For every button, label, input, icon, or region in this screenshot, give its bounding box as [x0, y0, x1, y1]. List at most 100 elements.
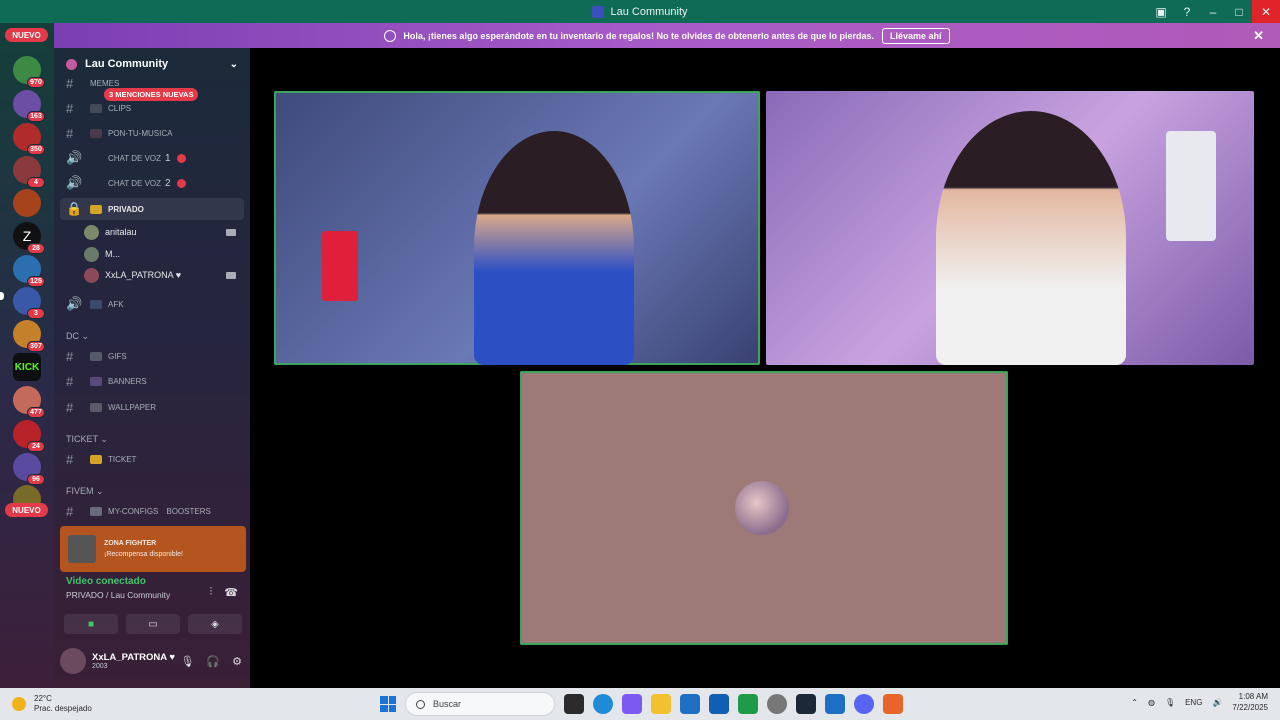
minimize-button[interactable]: –: [1200, 0, 1226, 23]
steam-icon[interactable]: [796, 694, 816, 714]
outlook-icon[interactable]: [709, 694, 729, 714]
server-icon[interactable]: 477: [13, 386, 45, 418]
voice-member[interactable]: M...: [84, 244, 244, 264]
avatar: [735, 481, 789, 535]
headphones-icon[interactable]: 🎧: [206, 655, 220, 668]
channel-pon-tu-musica[interactable]: # PON-TU-MUSICA: [60, 122, 244, 144]
avatar[interactable]: [60, 648, 86, 674]
mic-icon[interactable]: 🎙: [1165, 698, 1175, 707]
network-icon[interactable]: ◍: [1148, 698, 1155, 707]
new-badge-top[interactable]: NUEVO: [5, 28, 48, 42]
gift-icon: [384, 29, 397, 42]
voice-channel-afk[interactable]: 🔊 AFK: [60, 293, 244, 315]
server-icon[interactable]: 4: [13, 156, 45, 188]
category-ticket[interactable]: TICKET ⌄: [66, 434, 108, 445]
time: 1:08 AM: [1238, 692, 1268, 701]
lock-icon: 🔒: [66, 201, 83, 216]
server-icon[interactable]: 307: [13, 320, 45, 352]
language-indicator[interactable]: ENG: [1185, 698, 1202, 707]
activity-button[interactable]: ◈: [188, 614, 242, 634]
server-icon[interactable]: [13, 189, 41, 217]
clock[interactable]: 1:08 AM 7/22/2025: [1232, 691, 1268, 713]
voice-panel: Video conectado PRIVADO / Lau Community …: [60, 576, 246, 640]
video-tile[interactable]: [766, 91, 1254, 365]
maximize-button[interactable]: □: [1226, 0, 1252, 23]
taskbar-search[interactable]: Buscar: [405, 692, 555, 716]
unread-badge: 477: [27, 407, 45, 418]
screen-share-button[interactable]: ▭: [126, 614, 180, 634]
store-icon[interactable]: [680, 694, 700, 714]
server-icon[interactable]: Z 28: [13, 222, 45, 254]
member-name: XxLA_PATRONA ♥: [105, 270, 182, 280]
server-icon[interactable]: 3: [13, 287, 45, 319]
reward-header: ZONA FIGHTER: [104, 540, 157, 547]
camera-button[interactable]: ■: [64, 614, 118, 634]
username: XxLA_PATRONA ♥: [92, 652, 176, 663]
channel-label: WALLPAPER: [108, 402, 157, 412]
edge-icon[interactable]: [593, 694, 613, 714]
inbox-icon[interactable]: ▣: [1148, 0, 1174, 23]
channel-emoji-icon: [90, 299, 102, 309]
system-tray: ⌃ ◍ 🎙 ENG 🔊 1:08 AM 7/22/2025: [1131, 691, 1268, 713]
server-icon[interactable]: 970: [13, 56, 45, 88]
close-button[interactable]: ✕: [1252, 0, 1280, 23]
chevron-up-icon[interactable]: ⌃: [1131, 698, 1138, 707]
channel-my-configs[interactable]: # MY-CONFIGS BOOSTERS: [60, 500, 244, 522]
channel-ticket[interactable]: # TICKET: [60, 448, 244, 470]
category-fivem[interactable]: FIVEM ⌄: [66, 486, 104, 497]
server-icon[interactable]: 163: [13, 90, 45, 122]
speaker-icon: 🔊: [66, 150, 83, 165]
voice-member[interactable]: XxLA_PATRONA ♥: [84, 265, 244, 285]
help-icon[interactable]: ?: [1174, 0, 1200, 23]
voice-channel-2[interactable]: 🔊 CHAT DE VOZ 2: [60, 172, 244, 194]
discord-icon[interactable]: [854, 694, 874, 714]
file-explorer-icon[interactable]: [651, 694, 671, 714]
app-icon[interactable]: [825, 694, 845, 714]
app-icon: [592, 5, 605, 18]
unread-badge: 163: [27, 111, 45, 122]
app-icon[interactable]: [883, 694, 903, 714]
temperature: 22°C: [34, 694, 52, 703]
settings-gear-icon[interactable]: ⚙: [232, 655, 242, 668]
server-icon[interactable]: 350: [13, 123, 45, 155]
channel-label: CHAT DE VOZ: [108, 178, 162, 188]
voice-channel-1[interactable]: 🔊 CHAT DE VOZ 1: [60, 147, 244, 169]
channel-label: PON-TU-MUSICA: [108, 128, 173, 138]
channel-wallpaper[interactable]: # WALLPAPER: [60, 396, 244, 418]
channel-label: MEMES: [90, 78, 120, 88]
video-tile-camera-off[interactable]: [520, 371, 1008, 645]
voice-member[interactable]: anitalau: [84, 222, 244, 242]
app-icon[interactable]: [738, 694, 758, 714]
mic-icon[interactable]: 🎙: [180, 655, 194, 668]
settings-icon[interactable]: [767, 694, 787, 714]
disconnect-icon[interactable]: ☎: [224, 586, 238, 599]
notice-cta-button[interactable]: Llévame ahí: [882, 27, 950, 44]
channel-label: GIFS: [108, 351, 127, 361]
channel-emoji-icon: [90, 351, 102, 361]
copilot-icon[interactable]: [622, 694, 642, 714]
channel-gifs[interactable]: # GIFS: [60, 345, 244, 367]
voice-channel-privado[interactable]: 🔒 PRIVADO: [60, 198, 244, 220]
start-icon[interactable]: [380, 696, 396, 712]
live-dot-icon: [176, 178, 186, 188]
channel-clips[interactable]: # CLIPS: [60, 97, 244, 119]
channel-label: MY-CONFIGS: [108, 506, 159, 516]
video-tile[interactable]: [274, 91, 760, 365]
server-icon[interactable]: 125: [13, 255, 45, 287]
weather-widget[interactable]: 22°C Prac. despejado: [12, 694, 92, 714]
unread-badge: 125: [27, 276, 45, 287]
reward-banner[interactable]: ZONA FIGHTER ¡Recompensa disponible!: [60, 526, 246, 572]
channel-emoji-icon: [90, 376, 102, 386]
task-view-icon[interactable]: [564, 694, 584, 714]
new-badge-bottom[interactable]: NUEVO: [5, 503, 48, 517]
server-icon[interactable]: 96: [13, 453, 45, 485]
soundboard-icon[interactable]: ⫶: [210, 586, 213, 599]
server-icon[interactable]: 24: [13, 420, 45, 452]
close-icon[interactable]: ✕: [1253, 28, 1264, 44]
channel-banners[interactable]: # BANNERS: [60, 370, 244, 392]
category-dc[interactable]: DC ⌄: [66, 331, 89, 342]
volume-icon[interactable]: 🔊: [1212, 698, 1222, 707]
kick-server-icon[interactable]: KICK: [13, 353, 41, 381]
member-name: anitalau: [105, 227, 137, 237]
unread-badge: 307: [27, 341, 45, 352]
